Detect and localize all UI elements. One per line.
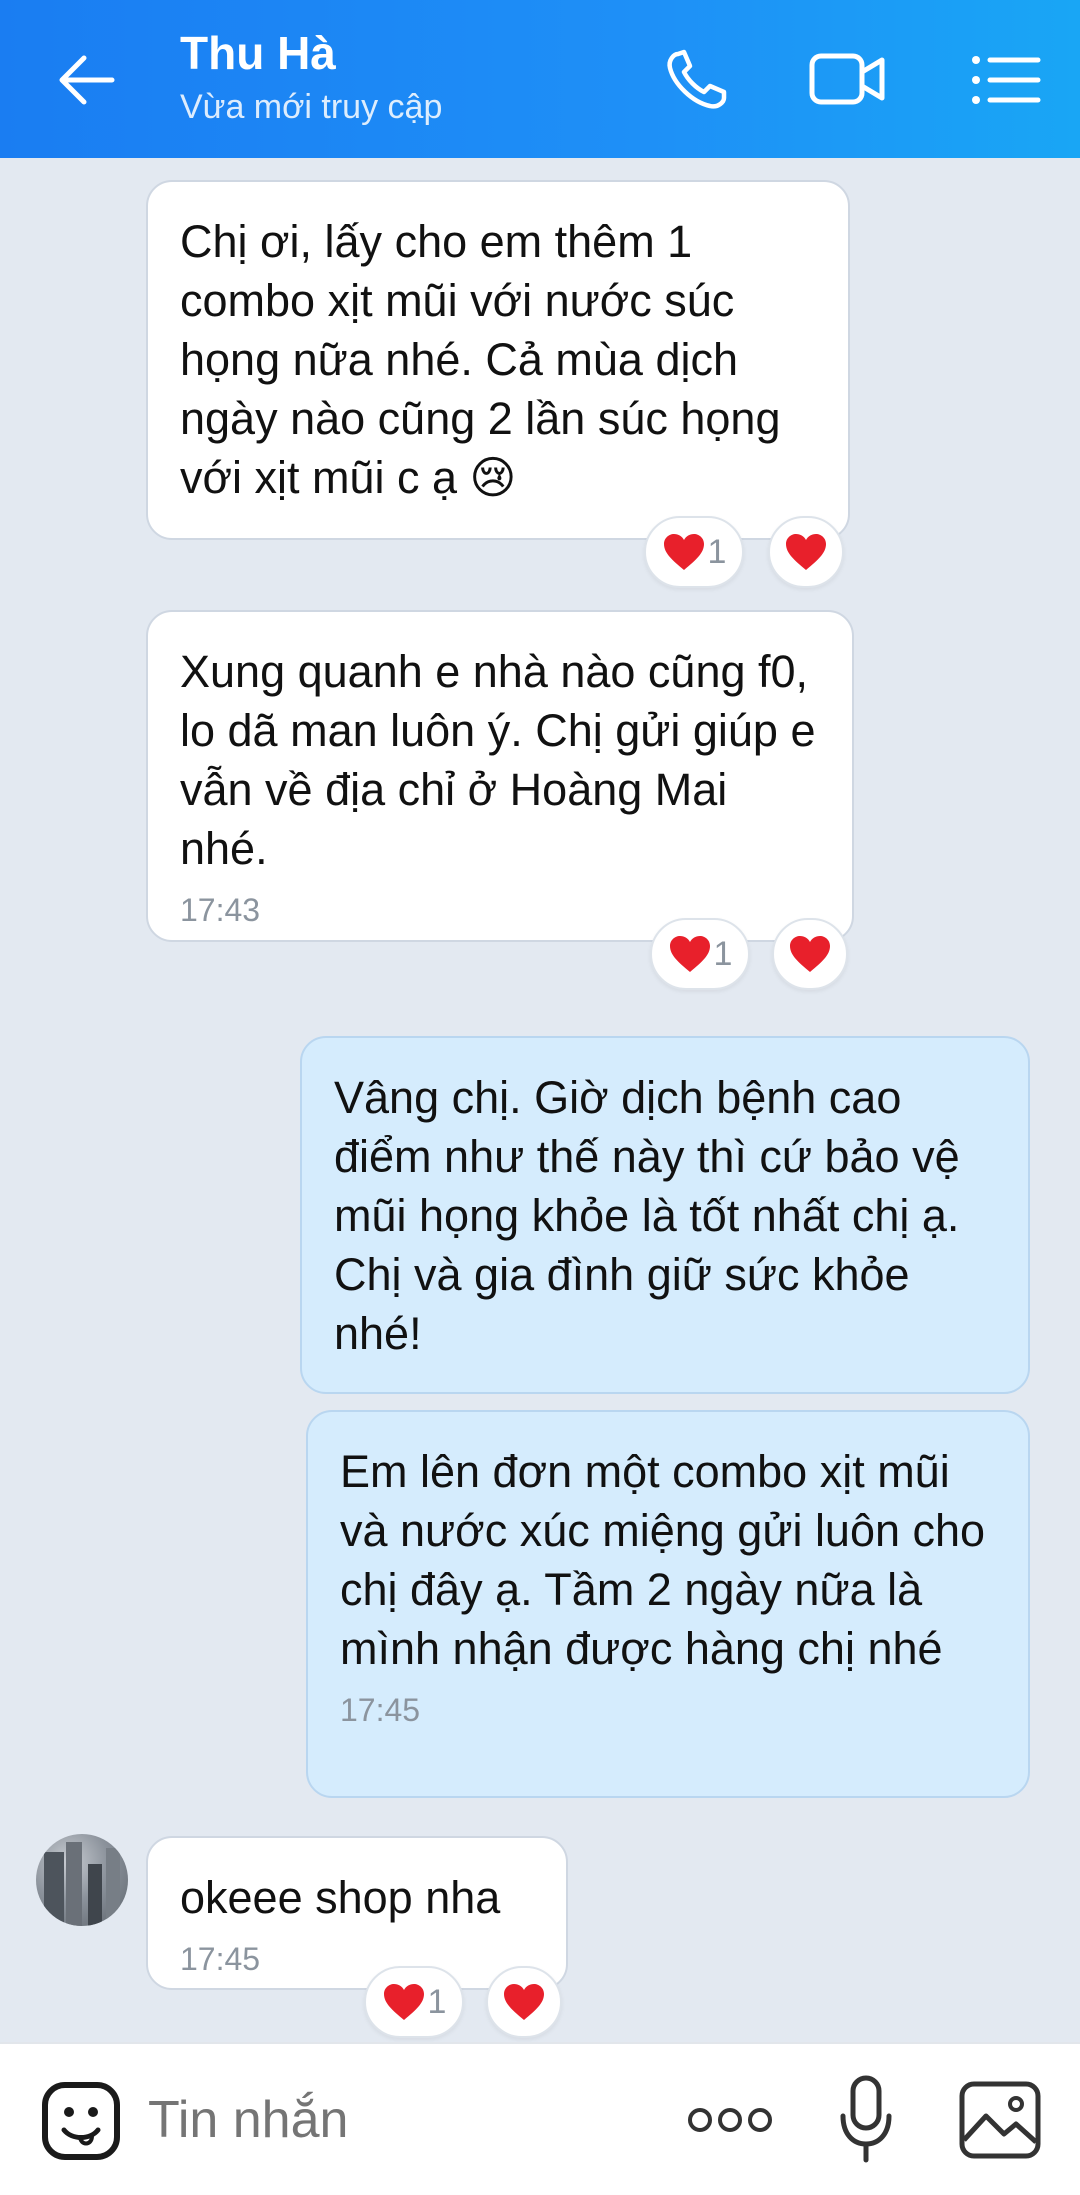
arrow-left-icon	[59, 55, 115, 105]
call-button[interactable]	[660, 44, 740, 116]
react-button[interactable]	[772, 918, 848, 990]
back-button[interactable]	[52, 48, 122, 112]
reaction-count-badge[interactable]: 1	[644, 516, 744, 588]
contact-avatar[interactable]	[36, 1834, 128, 1926]
reaction-count: 1	[713, 934, 733, 973]
list-menu-icon	[972, 56, 1041, 104]
phone-icon	[667, 49, 727, 109]
reaction-count: 1	[427, 1982, 447, 2021]
heart-icon	[669, 936, 710, 972]
message-text: Chị ơi, lấy cho em thêm 1 combo xịt mũi …	[180, 216, 781, 503]
more-options-button[interactable]	[686, 2098, 774, 2142]
reaction-count: 1	[707, 532, 727, 571]
heart-icon	[790, 936, 830, 972]
message-input-bar	[0, 2042, 1080, 2195]
voice-message-button[interactable]	[838, 2074, 894, 2166]
message-text: Em lên đơn một combo xịt mũi và nước xúc…	[340, 1446, 986, 1674]
video-camera-icon	[809, 53, 885, 105]
send-photo-button[interactable]	[958, 2080, 1042, 2160]
video-call-button[interactable]	[808, 44, 888, 116]
heart-icon	[663, 534, 704, 570]
message-time: 17:45	[180, 1941, 261, 1977]
contact-name[interactable]: Thu Hà	[180, 26, 336, 80]
message-text: Xung quanh e nhà nào cũng f0, lo dã man …	[180, 646, 816, 874]
message-bubble-outgoing[interactable]: Vâng chị. Giờ dịch bệnh cao điểm như thế…	[300, 1036, 1030, 1394]
message-bubble-incoming[interactable]: Chị ơi, lấy cho em thêm 1 combo xịt mũi …	[146, 180, 850, 540]
image-icon	[959, 2081, 1041, 2159]
options-menu-button[interactable]	[966, 44, 1046, 116]
heart-icon	[786, 534, 826, 570]
contact-status: Vừa mới truy cập	[180, 88, 443, 126]
message-bubble-incoming[interactable]: okeee shop nha 17:45	[146, 1836, 568, 1990]
emoji-button[interactable]	[40, 2080, 122, 2162]
microphone-icon	[840, 2075, 892, 2163]
more-dots-icon	[688, 2108, 772, 2132]
heart-icon	[504, 1984, 544, 2020]
react-button[interactable]	[768, 516, 844, 588]
reaction-count-badge[interactable]: 1	[364, 1966, 464, 2038]
reaction-count-badge[interactable]: 1	[650, 918, 750, 990]
avatar-photo	[44, 1842, 120, 1926]
react-button[interactable]	[486, 1966, 562, 2038]
chat-header: Thu Hà Vừa mới truy cập	[0, 0, 1080, 158]
message-time: 17:45	[340, 1692, 421, 1728]
emoji-icon	[42, 2082, 120, 2160]
message-bubble-incoming[interactable]: Xung quanh e nhà nào cũng f0, lo dã man …	[146, 610, 854, 942]
heart-icon	[383, 1984, 424, 2020]
message-bubble-outgoing[interactable]: Em lên đơn một combo xịt mũi và nước xúc…	[306, 1410, 1030, 1798]
message-text: Vâng chị. Giờ dịch bệnh cao điểm như thế…	[334, 1072, 960, 1359]
message-text: okeee shop nha	[180, 1872, 501, 1923]
message-input[interactable]	[148, 2082, 668, 2158]
